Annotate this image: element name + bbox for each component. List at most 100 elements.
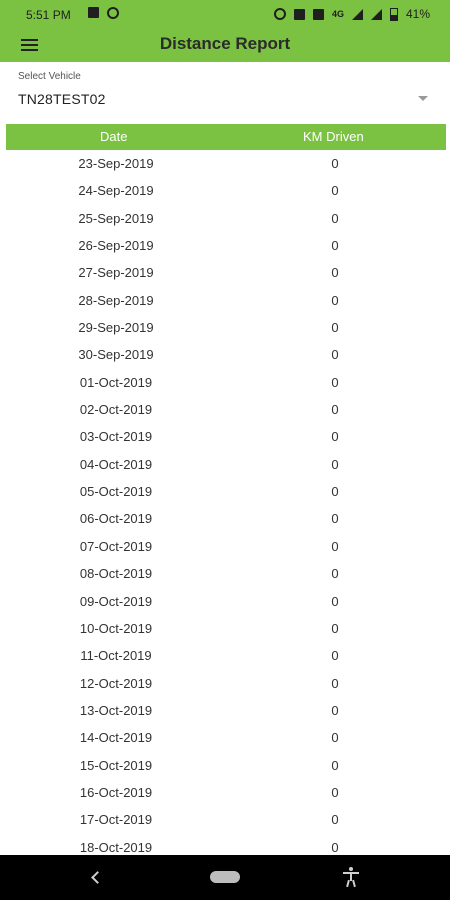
back-icon[interactable] — [91, 871, 104, 884]
vehicle-select[interactable]: Select Vehicle TN28TEST02 — [0, 62, 450, 122]
signal-icon — [351, 8, 363, 20]
accessibility-icon[interactable] — [343, 867, 359, 888]
date-cell: 10-Oct-2019 — [79, 620, 153, 636]
table-row: 08-Oct-2019 0 — [0, 560, 450, 587]
status-bar: 5:51 PM 4G 41% — [0, 0, 450, 28]
volte-icon — [312, 8, 324, 20]
km-driven-cell: 0 — [331, 839, 339, 855]
km-driven-cell: 0 — [331, 730, 339, 746]
image-icon — [88, 7, 99, 18]
date-cell: 13-Oct-2019 — [79, 702, 153, 718]
date-cell: 07-Oct-2019 — [79, 538, 153, 554]
4g-icon: 4G — [331, 9, 344, 19]
instagram-icon — [107, 7, 119, 19]
eye-comfort-icon — [273, 8, 286, 20]
table-row: 13-Oct-2019 0 — [0, 697, 450, 724]
km-driven-cell: 0 — [331, 812, 339, 828]
table-row: 09-Oct-2019 0 — [0, 588, 450, 615]
title-bar: Distance Report — [0, 28, 450, 62]
km-driven-cell: 0 — [331, 620, 339, 636]
km-driven-cell: 0 — [331, 675, 339, 691]
table-row: 10-Oct-2019 0 — [0, 615, 450, 642]
table-row: 24-Sep-2019 0 — [0, 177, 450, 204]
date-cell: 12-Oct-2019 — [79, 675, 153, 691]
table-row: 11-Oct-2019 0 — [0, 642, 450, 669]
km-driven-cell: 0 — [331, 484, 339, 500]
km-driven-cell: 0 — [331, 538, 339, 554]
date-cell: 28-Sep-2019 — [78, 292, 154, 308]
table-row: 02-Oct-2019 0 — [0, 396, 450, 423]
km-driven-cell: 0 — [331, 320, 339, 336]
table-row: 25-Sep-2019 0 — [0, 205, 450, 232]
system-nav-bar — [0, 855, 450, 900]
table-row: 06-Oct-2019 0 — [0, 505, 450, 532]
table-row: 04-Oct-2019 0 — [0, 451, 450, 478]
table-row: 03-Oct-2019 0 — [0, 423, 450, 450]
date-cell: 02-Oct-2019 — [79, 402, 153, 418]
distance-table-body: 23-Sep-2019 0 24-Sep-2019 0 25-Sep-2019 0 26-S… — [0, 150, 450, 861]
date-cell: 24-Sep-2019 — [78, 183, 154, 199]
table-row: 14-Oct-2019 0 — [0, 724, 450, 751]
table-row: 30-Sep-2019 0 — [0, 341, 450, 368]
km-driven-cell: 0 — [331, 511, 339, 527]
table-row: 26-Sep-2019 0 — [0, 232, 450, 259]
date-cell: 09-Oct-2019 — [79, 593, 153, 609]
volte-icon — [293, 8, 305, 20]
vehicle-select-value[interactable]: TN28TEST02 — [18, 91, 106, 107]
table-row: 01-Oct-2019 0 — [0, 369, 450, 396]
km-driven-cell: 0 — [331, 183, 339, 199]
app-bar: 5:51 PM 4G 41% Distance Report — [0, 0, 450, 62]
date-cell: 01-Oct-2019 — [79, 374, 153, 390]
chevron-down-icon[interactable] — [418, 96, 428, 101]
table-row: 17-Oct-2019 0 — [0, 806, 450, 833]
table-row: 05-Oct-2019 0 — [0, 478, 450, 505]
km-driven-cell: 0 — [331, 429, 339, 445]
battery-icon — [389, 7, 398, 21]
date-cell: 17-Oct-2019 — [79, 812, 153, 828]
table-row: 23-Sep-2019 0 — [0, 150, 450, 177]
date-cell: 25-Sep-2019 — [78, 210, 154, 226]
date-cell: 23-Sep-2019 — [78, 156, 154, 171]
date-cell: 14-Oct-2019 — [79, 730, 153, 746]
km-driven-cell: 0 — [331, 757, 339, 773]
table-row: 15-Oct-2019 0 — [0, 752, 450, 779]
km-driven-cell: 0 — [331, 210, 339, 226]
date-cell: 30-Sep-2019 — [78, 347, 154, 363]
date-cell: 29-Sep-2019 — [78, 320, 154, 336]
km-driven-cell: 0 — [331, 784, 339, 800]
table-header: Date KM Driven — [6, 124, 446, 150]
date-cell: 18-Oct-2019 — [79, 839, 153, 855]
km-driven-cell: 0 — [331, 566, 339, 582]
km-driven-cell: 0 — [331, 593, 339, 609]
vehicle-select-label: Select Vehicle — [18, 71, 81, 82]
km-driven-cell: 0 — [331, 374, 339, 390]
header-date: Date — [100, 129, 128, 144]
date-cell: 16-Oct-2019 — [79, 784, 153, 800]
km-driven-cell: 0 — [331, 292, 339, 308]
status-left-icons — [88, 7, 119, 19]
km-driven-cell: 0 — [331, 156, 339, 171]
table-row: 07-Oct-2019 0 — [0, 533, 450, 560]
table-row: 29-Sep-2019 0 — [0, 314, 450, 341]
km-driven-cell: 0 — [331, 456, 339, 472]
table-row: 16-Oct-2019 0 — [0, 779, 450, 806]
km-driven-cell: 0 — [331, 702, 339, 718]
battery-percent: 41% — [405, 7, 430, 21]
km-driven-cell: 0 — [331, 402, 339, 418]
date-cell: 26-Sep-2019 — [78, 238, 154, 254]
status-time: 5:51 PM — [26, 8, 71, 22]
home-pill-icon[interactable] — [210, 871, 240, 883]
date-cell: 08-Oct-2019 — [79, 566, 153, 582]
date-cell: 04-Oct-2019 — [79, 456, 153, 472]
page-title: Distance Report — [159, 34, 291, 53]
date-cell: 27-Sep-2019 — [78, 265, 154, 281]
km-driven-cell: 0 — [331, 347, 339, 363]
date-cell: 05-Oct-2019 — [79, 484, 153, 500]
header-km-driven: KM Driven — [303, 129, 364, 144]
table-row: 12-Oct-2019 0 — [0, 670, 450, 697]
km-driven-cell: 0 — [331, 238, 339, 254]
date-cell: 03-Oct-2019 — [79, 429, 153, 445]
km-driven-cell: 0 — [331, 648, 339, 664]
km-driven-cell: 0 — [331, 265, 339, 281]
signal-icon — [370, 8, 382, 20]
